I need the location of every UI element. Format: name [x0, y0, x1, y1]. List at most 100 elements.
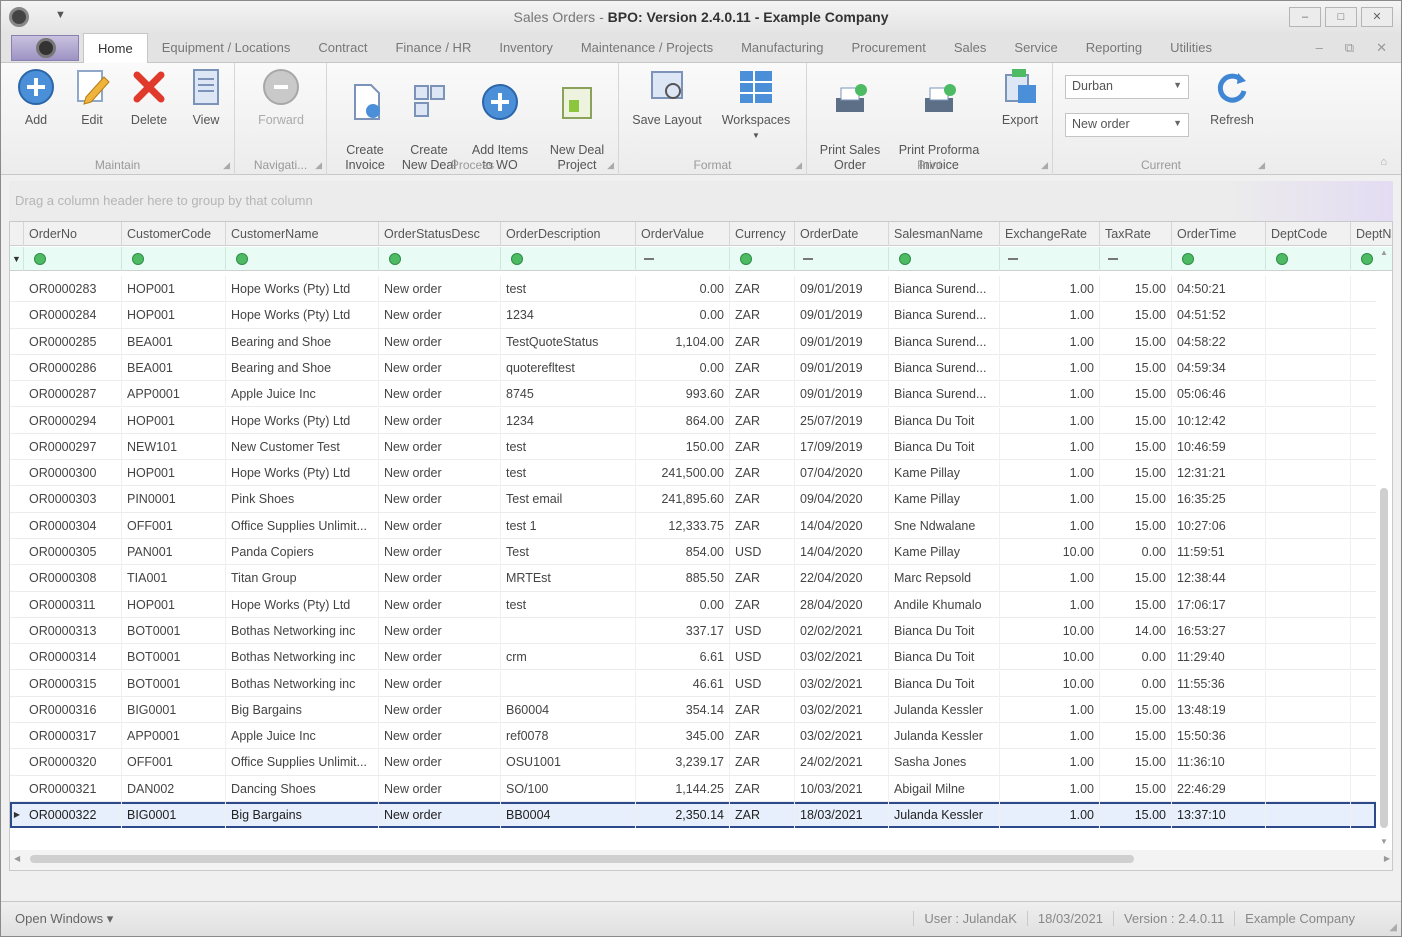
cell-orderdescription[interactable]: 8745: [501, 381, 636, 408]
cell-customercode[interactable]: BEA001: [122, 328, 226, 355]
tab-service[interactable]: Service: [1000, 33, 1071, 63]
cell-orderdescription[interactable]: [501, 617, 636, 644]
cell-orderdescription[interactable]: test: [501, 591, 636, 618]
table-row[interactable]: OR0000304 OFF001 Office Supplies Unlimit..…: [10, 512, 1376, 539]
cell-customercode[interactable]: PIN0001: [122, 486, 226, 513]
cell-orderstatusdesc[interactable]: New order: [379, 696, 501, 723]
cell-ordertime[interactable]: 11:29:40: [1172, 644, 1266, 671]
cell-orderdescription[interactable]: OSU1001: [501, 749, 636, 776]
cell-currency[interactable]: ZAR: [730, 749, 795, 776]
cell-customercode[interactable]: OFF001: [122, 512, 226, 539]
table-row[interactable]: OR0000316 BIG0001 Big Bargains New order B60…: [10, 696, 1376, 724]
cell-orderdescription[interactable]: MRTEst: [501, 565, 636, 592]
cell-ordervalue[interactable]: 854.00: [636, 539, 730, 565]
tab-finance-hr[interactable]: Finance / HR: [381, 33, 485, 63]
cell-orderdate[interactable]: 25/07/2019: [795, 407, 889, 434]
cell-exchangerate[interactable]: 1.00: [1000, 354, 1100, 381]
open-windows-menu[interactable]: Open Windows ▾: [15, 911, 113, 927]
cell-orderdescription[interactable]: test: [501, 433, 636, 460]
table-row[interactable]: OR0000311 HOP001 Hope Works (Pty) Ltd New o…: [10, 591, 1376, 618]
cell-currency[interactable]: USD: [730, 539, 795, 565]
cell-orderstatusdesc[interactable]: New order: [379, 276, 501, 302]
cell-deptcode[interactable]: [1266, 565, 1351, 592]
scroll-up-icon[interactable]: ▲: [1378, 248, 1390, 257]
cell-orderstatusdesc[interactable]: New order: [379, 354, 501, 381]
tab-contract[interactable]: Contract: [304, 33, 381, 63]
filter-cell-currency[interactable]: [730, 247, 795, 271]
cell-deptcode[interactable]: [1266, 749, 1351, 776]
cell-deptcode[interactable]: [1266, 433, 1351, 460]
cell-exchangerate[interactable]: 10.00: [1000, 539, 1100, 565]
cell-customername[interactable]: Hope Works (Pty) Ltd: [226, 460, 379, 487]
cell-orderdescription[interactable]: crm: [501, 644, 636, 671]
cell-exchangerate[interactable]: 1.00: [1000, 565, 1100, 592]
table-row[interactable]: OR0000294 HOP001 Hope Works (Pty) Ltd New o…: [10, 407, 1376, 434]
tab-home[interactable]: Home: [83, 33, 148, 64]
column-header-ordervalue[interactable]: OrderValue: [636, 222, 730, 246]
cell-exchangerate[interactable]: 1.00: [1000, 723, 1100, 750]
cell-taxrate[interactable]: 15.00: [1100, 276, 1172, 302]
cell-orderdescription[interactable]: test: [501, 460, 636, 487]
cell-orderdate[interactable]: 14/04/2020: [795, 512, 889, 539]
cell-exchangerate[interactable]: 1.00: [1000, 486, 1100, 513]
cell-orderdate[interactable]: 10/03/2021: [795, 775, 889, 802]
cell-orderdate[interactable]: 09/01/2019: [795, 302, 889, 329]
cell-orderdate[interactable]: 02/02/2021: [795, 617, 889, 644]
export-button[interactable]: Export: [993, 67, 1047, 128]
cell-salesmanname[interactable]: Bianca Du Toit: [889, 670, 1000, 697]
table-row[interactable]: OR0000308 TIA001 Titan Group New order MRTEs…: [10, 565, 1376, 592]
cell-orderstatusdesc[interactable]: New order: [379, 433, 501, 460]
cell-ordervalue[interactable]: 864.00: [636, 407, 730, 434]
cell-ordervalue[interactable]: 993.60: [636, 381, 730, 408]
filter-cell-ordervalue[interactable]: [636, 247, 730, 271]
tab-sales[interactable]: Sales: [940, 33, 1001, 63]
cell-exchangerate[interactable]: 1.00: [1000, 381, 1100, 408]
cell-taxrate[interactable]: 15.00: [1100, 775, 1172, 802]
cell-taxrate[interactable]: 15.00: [1100, 512, 1172, 539]
cell-taxrate[interactable]: 15.00: [1100, 354, 1172, 381]
cell-customername[interactable]: Office Supplies Unlimit...: [226, 512, 379, 539]
cell-taxrate[interactable]: 14.00: [1100, 617, 1172, 644]
cell-exchangerate[interactable]: 1.00: [1000, 749, 1100, 776]
cell-customercode[interactable]: NEW101: [122, 433, 226, 460]
cell-ordertime[interactable]: 10:12:42: [1172, 407, 1266, 434]
column-header-customercode[interactable]: CustomerCode: [122, 222, 226, 246]
cell-customercode[interactable]: APP0001: [122, 381, 226, 408]
cell-deptcode[interactable]: [1266, 512, 1351, 539]
tab-maintenance-projects[interactable]: Maintenance / Projects: [567, 33, 727, 63]
cell-taxrate[interactable]: 15.00: [1100, 565, 1172, 592]
cell-deptcode[interactable]: [1266, 775, 1351, 802]
column-header-deptcode[interactable]: DeptCode: [1266, 222, 1351, 246]
cell-taxrate[interactable]: 15.00: [1100, 407, 1172, 434]
cell-orderdate[interactable]: 17/09/2019: [795, 433, 889, 460]
cell-taxrate[interactable]: 15.00: [1100, 749, 1172, 776]
cell-orderstatusdesc[interactable]: New order: [379, 512, 501, 539]
cell-ordervalue[interactable]: 150.00: [636, 433, 730, 460]
cell-currency[interactable]: USD: [730, 644, 795, 671]
cell-customercode[interactable]: BIG0001: [122, 696, 226, 723]
cell-currency[interactable]: ZAR: [730, 591, 795, 618]
cell-orderdate[interactable]: 22/04/2020: [795, 565, 889, 592]
cell-ordertime[interactable]: 17:06:17: [1172, 591, 1266, 618]
cell-deptcode[interactable]: [1266, 539, 1351, 565]
tab-reporting[interactable]: Reporting: [1072, 33, 1156, 63]
cell-orderstatusdesc[interactable]: New order: [379, 539, 501, 565]
cell-orderno[interactable]: OR0000321: [24, 775, 122, 802]
cell-taxrate[interactable]: 15.00: [1100, 723, 1172, 750]
cell-orderno[interactable]: OR0000320: [24, 749, 122, 776]
cell-currency[interactable]: ZAR: [730, 407, 795, 434]
cell-exchangerate[interactable]: 1.00: [1000, 512, 1100, 539]
cell-ordervalue[interactable]: 354.14: [636, 696, 730, 723]
filter-cell-customercode[interactable]: [122, 247, 226, 271]
cell-salesmanname[interactable]: Sne Ndwalane: [889, 512, 1000, 539]
cell-orderdescription[interactable]: BB0004: [501, 802, 636, 828]
maximize-button[interactable]: □: [1325, 7, 1357, 27]
cell-orderno[interactable]: OR0000305: [24, 539, 122, 565]
cell-ordertime[interactable]: 11:36:10: [1172, 749, 1266, 776]
column-header-salesmanname[interactable]: SalesmanName: [889, 222, 1000, 246]
cell-deptcode[interactable]: [1266, 591, 1351, 618]
cell-orderstatusdesc[interactable]: New order: [379, 802, 501, 828]
cell-orderdate[interactable]: 09/01/2019: [795, 381, 889, 408]
cell-orderstatusdesc[interactable]: New order: [379, 460, 501, 487]
cell-exchangerate[interactable]: 1.00: [1000, 276, 1100, 302]
